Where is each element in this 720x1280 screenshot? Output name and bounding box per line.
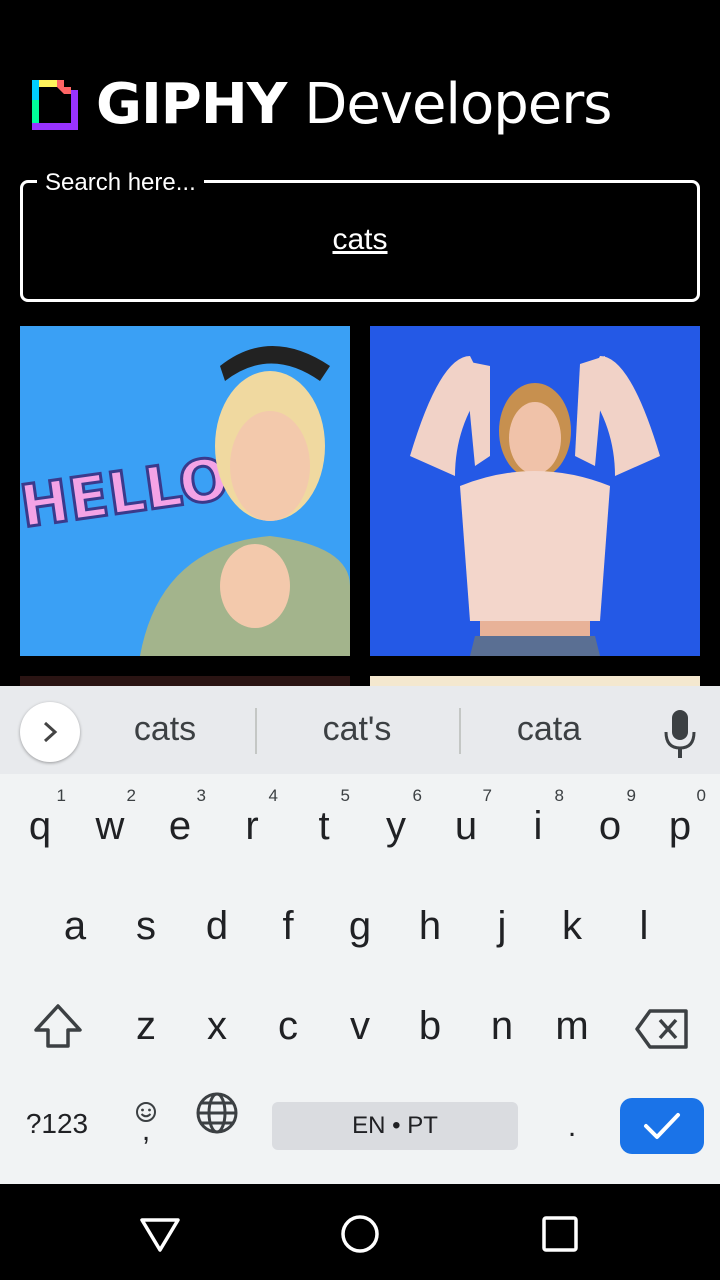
- microphone-icon[interactable]: [664, 708, 696, 760]
- system-nav-bar: [0, 1184, 720, 1280]
- key-m[interactable]: m: [542, 986, 602, 1066]
- shift-key[interactable]: [30, 1002, 86, 1052]
- brand-name: GIPHY: [96, 71, 287, 137]
- key-f[interactable]: f: [258, 886, 318, 966]
- key-t[interactable]: 5t: [294, 786, 354, 866]
- key-g[interactable]: g: [330, 886, 390, 966]
- brand-subtitle: Developers: [304, 71, 612, 137]
- key-x[interactable]: x: [187, 986, 247, 1066]
- suggestion-3[interactable]: cata: [459, 710, 639, 749]
- recents-icon[interactable]: [536, 1210, 584, 1258]
- key-w[interactable]: 2w: [80, 786, 140, 866]
- suggestion-divider: [255, 708, 257, 754]
- symbols-key[interactable]: ?123: [14, 1108, 100, 1148]
- key-a[interactable]: a: [45, 886, 105, 966]
- shift-icon: [34, 1004, 82, 1048]
- key-q[interactable]: 1q: [10, 786, 70, 866]
- chevron-right-icon: [43, 721, 58, 743]
- gif-hello-woman[interactable]: HELLO: [20, 326, 350, 656]
- space-bar[interactable]: EN • PT: [272, 1102, 518, 1150]
- key-j[interactable]: j: [472, 886, 532, 966]
- gif-cheering-image: [370, 326, 700, 656]
- key-e[interactable]: 3e: [150, 786, 210, 866]
- comma-label: ,: [141, 1114, 151, 1147]
- suggestion-1[interactable]: cats: [75, 710, 255, 749]
- emoji-comma-key[interactable]: ,: [128, 1096, 164, 1156]
- enter-key[interactable]: [620, 1098, 704, 1154]
- checkmark-icon: [644, 1113, 680, 1139]
- key-d[interactable]: d: [187, 886, 247, 966]
- key-s[interactable]: s: [116, 886, 176, 966]
- key-p[interactable]: 0p: [650, 786, 710, 866]
- soft-keyboard: cats cat's cata 1q 2w 3e 4r 5t 6y 7u 8i …: [0, 686, 720, 1184]
- key-o[interactable]: 9o: [580, 786, 640, 866]
- period-key[interactable]: .: [552, 1110, 592, 1150]
- globe-icon: [196, 1092, 238, 1134]
- search-label: Search here...: [37, 169, 204, 197]
- key-i[interactable]: 8i: [508, 786, 568, 866]
- key-z[interactable]: z: [116, 986, 176, 1066]
- key-c[interactable]: c: [258, 986, 318, 1066]
- key-y[interactable]: 6y: [366, 786, 426, 866]
- key-n[interactable]: n: [472, 986, 532, 1066]
- search-field[interactable]: Search here... cats: [20, 169, 700, 302]
- expand-toolbar-button[interactable]: [20, 702, 80, 762]
- giphy-logo-icon: [32, 80, 78, 130]
- app-header: GIPHY Developers: [32, 71, 612, 137]
- key-r[interactable]: 4r: [222, 786, 282, 866]
- key-h[interactable]: h: [400, 886, 460, 966]
- key-u[interactable]: 7u: [436, 786, 496, 866]
- suggestion-bar: cats cat's cata: [0, 686, 720, 774]
- backspace-icon: [635, 1009, 688, 1049]
- search-input[interactable]: cats: [23, 223, 697, 257]
- key-k[interactable]: k: [542, 886, 602, 966]
- gif-hello-image: HELLO: [20, 326, 350, 656]
- home-icon[interactable]: [336, 1210, 384, 1258]
- key-b[interactable]: b: [400, 986, 460, 1066]
- gif-cheering-woman[interactable]: [370, 326, 700, 656]
- back-icon[interactable]: [136, 1210, 184, 1258]
- language-key[interactable]: [194, 1090, 240, 1136]
- key-l[interactable]: l: [614, 886, 674, 966]
- key-v[interactable]: v: [330, 986, 390, 1066]
- suggestion-2[interactable]: cat's: [267, 710, 447, 749]
- backspace-key[interactable]: [634, 1008, 690, 1050]
